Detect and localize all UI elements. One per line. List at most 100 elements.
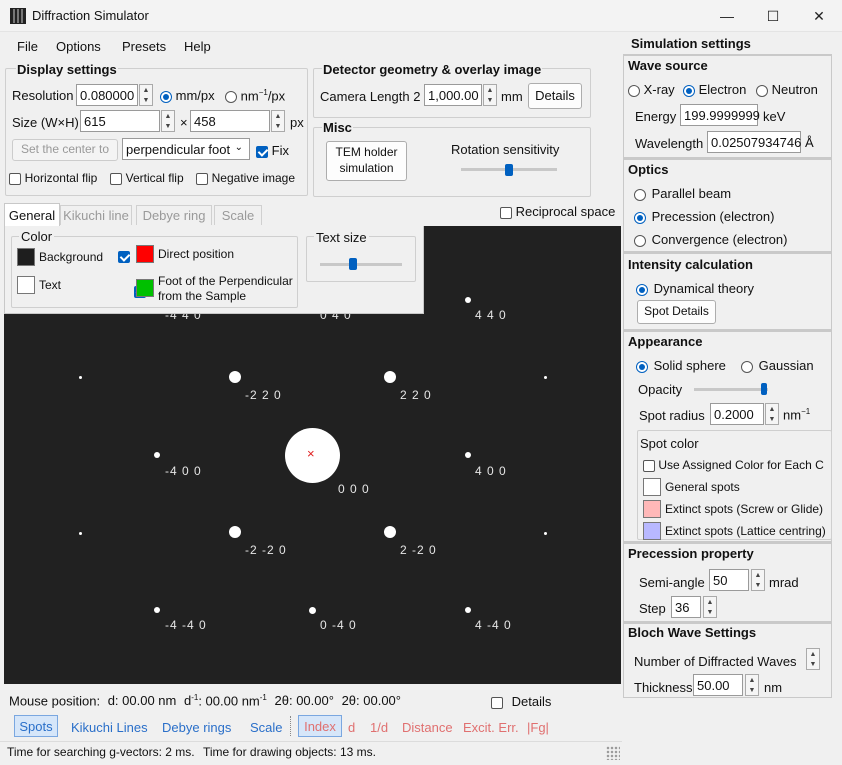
spot-radius-stepper[interactable]: ▲ ▼ — [765, 403, 779, 425]
bottom-tab-kikuchi-lines[interactable]: Kikuchi Lines — [71, 720, 148, 735]
vertical-flip-checkbox[interactable] — [110, 172, 122, 185]
camera-length-input[interactable]: 1,000.00 — [424, 84, 482, 106]
negative-image-option[interactable]: Negative image — [196, 170, 295, 185]
xray-radio[interactable] — [628, 84, 640, 97]
resolution-stepper[interactable]: ▲ ▼ — [139, 84, 153, 106]
electron-option[interactable]: Electron — [683, 82, 746, 97]
details-option[interactable]: Details — [491, 694, 551, 709]
spot-radius-unit: nm−1 — [783, 407, 810, 422]
bottom-tab-excitation-error[interactable]: Excit. Err. — [463, 720, 519, 735]
extinct-lattice-color-swatch[interactable] — [643, 522, 661, 540]
parallel-beam-radio[interactable] — [634, 188, 646, 201]
parallel-beam-option[interactable]: Parallel beam — [634, 186, 731, 201]
convergence-option[interactable]: Convergence (electron) — [634, 232, 787, 247]
extinct-screw-color-swatch[interactable] — [643, 500, 661, 518]
resolution-input[interactable]: 0.080000 — [76, 84, 138, 106]
solid-sphere-radio[interactable] — [636, 360, 648, 373]
diffracted-waves-stepper[interactable]: ▲ ▼ — [806, 648, 820, 670]
bottom-tab-index[interactable]: Index — [298, 715, 342, 737]
menu-options[interactable]: Options — [56, 39, 101, 54]
mm-per-px-radio[interactable] — [160, 90, 172, 103]
opacity-thumb[interactable] — [761, 383, 768, 395]
fix-checkbox[interactable] — [256, 145, 268, 158]
tab-general[interactable]: General — [4, 203, 60, 227]
resize-grip-icon[interactable] — [606, 746, 620, 760]
minimize-button[interactable]: — — [704, 0, 750, 32]
general-spots-color-swatch[interactable] — [643, 478, 661, 496]
wavelength-input[interactable]: 0.02507934746 — [707, 131, 801, 153]
height-input[interactable]: 458 — [190, 110, 270, 132]
text-size-thumb[interactable] — [348, 258, 357, 270]
reciprocal-space-checkbox[interactable] — [500, 206, 512, 219]
solid-sphere-option[interactable]: Solid sphere — [636, 358, 726, 373]
rotation-sensitivity-thumb[interactable] — [505, 164, 513, 176]
gaussian-option[interactable]: Gaussian — [741, 358, 814, 373]
energy-input[interactable]: 199.9999999 — [680, 104, 760, 126]
menu-file[interactable]: File — [17, 39, 38, 54]
horizontal-flip-option[interactable]: Horizontal flip — [9, 170, 97, 185]
width-stepper[interactable]: ▲ ▼ — [161, 110, 175, 132]
step-stepper[interactable]: ▲ ▼ — [703, 596, 717, 618]
tab-kikuchi-line[interactable]: Kikuchi line — [60, 205, 132, 225]
use-assigned-color-checkbox[interactable] — [643, 459, 655, 472]
nm-inv-per-px-radio[interactable] — [225, 90, 237, 103]
direct-position-checkbox[interactable] — [118, 250, 130, 263]
details-checkbox[interactable] — [491, 696, 503, 709]
thickness-input[interactable]: 50.00 — [693, 674, 743, 696]
bottom-tab-fg[interactable]: |Fg| — [527, 720, 549, 735]
bottom-tab-scale[interactable]: Scale — [250, 720, 283, 735]
negative-image-checkbox[interactable] — [196, 172, 208, 185]
center-select[interactable]: perpendicular foot ⌄ — [122, 138, 250, 160]
camera-length-stepper[interactable]: ▲ ▼ — [483, 84, 497, 106]
dynamical-theory-option[interactable]: Dynamical theory — [636, 281, 754, 296]
use-assigned-color-option[interactable]: Use Assigned Color for Each C — [643, 458, 831, 472]
bottom-tab-distance[interactable]: Distance — [402, 720, 453, 735]
spot-details-button[interactable]: Spot Details — [637, 300, 716, 324]
width-input[interactable]: 615 — [80, 110, 160, 132]
step-input[interactable]: 36 — [671, 596, 701, 618]
tem-holder-simulation-button[interactable]: TEM holder simulation — [326, 141, 407, 181]
opacity-label: Opacity — [638, 382, 683, 397]
menu-presets[interactable]: Presets — [122, 39, 166, 54]
neutron-radio[interactable] — [756, 84, 768, 97]
foot-perpendicular-color-swatch[interactable] — [136, 279, 154, 297]
vertical-flip-option[interactable]: Vertical flip — [110, 170, 184, 185]
dynamical-theory-radio[interactable] — [636, 283, 648, 296]
text-size-track[interactable] — [320, 263, 402, 266]
horizontal-flip-checkbox[interactable] — [9, 172, 21, 185]
neutron-option[interactable]: Neutron — [756, 82, 818, 97]
set-center-button[interactable]: Set the center to — [12, 139, 118, 161]
precession-option[interactable]: Precession (electron) — [634, 209, 774, 224]
thickness-stepper[interactable]: ▲ ▼ — [745, 674, 759, 696]
bottom-tab-debye-rings[interactable]: Debye rings — [162, 720, 231, 735]
opacity-track[interactable] — [694, 388, 768, 391]
nm-inv-per-px-option[interactable]: nm−1/px — [225, 88, 285, 103]
xray-option[interactable]: X-ray — [628, 82, 675, 97]
bottom-tab-spots[interactable]: Spots — [14, 715, 58, 737]
background-color-swatch[interactable] — [17, 248, 35, 266]
text-color-swatch[interactable] — [17, 276, 35, 294]
precession-radio[interactable] — [634, 211, 646, 224]
maximize-button[interactable]: ☐ — [750, 0, 796, 32]
gaussian-radio[interactable] — [741, 360, 753, 373]
bottom-tab-d[interactable]: d — [348, 720, 355, 735]
electron-radio[interactable] — [683, 84, 695, 97]
menu-help[interactable]: Help — [184, 39, 211, 54]
height-stepper[interactable]: ▲ ▼ — [271, 110, 285, 132]
bottom-tab-one-over-d[interactable]: 1/d — [370, 720, 388, 735]
tab-scale[interactable]: Scale — [214, 205, 262, 225]
dynamical-theory-label: Dynamical theory — [653, 281, 755, 296]
spot — [79, 532, 82, 535]
spot-label: -4 0 0 — [165, 464, 202, 478]
direct-position-color-swatch[interactable] — [136, 245, 154, 263]
semi-angle-stepper[interactable]: ▲ ▼ — [751, 569, 765, 591]
semi-angle-input[interactable]: 50 — [709, 569, 749, 591]
reciprocal-space-option[interactable]: Reciprocal space — [500, 204, 615, 219]
detector-details-button[interactable]: Details — [528, 83, 582, 109]
convergence-radio[interactable] — [634, 234, 646, 247]
spot-radius-input[interactable]: 0.2000 — [710, 403, 764, 425]
fix-option[interactable]: Fix — [256, 143, 289, 158]
close-button[interactable]: ✕ — [796, 0, 842, 32]
tab-debye-ring[interactable]: Debye ring — [136, 205, 212, 225]
mm-per-px-option[interactable]: mm/px — [160, 88, 215, 103]
